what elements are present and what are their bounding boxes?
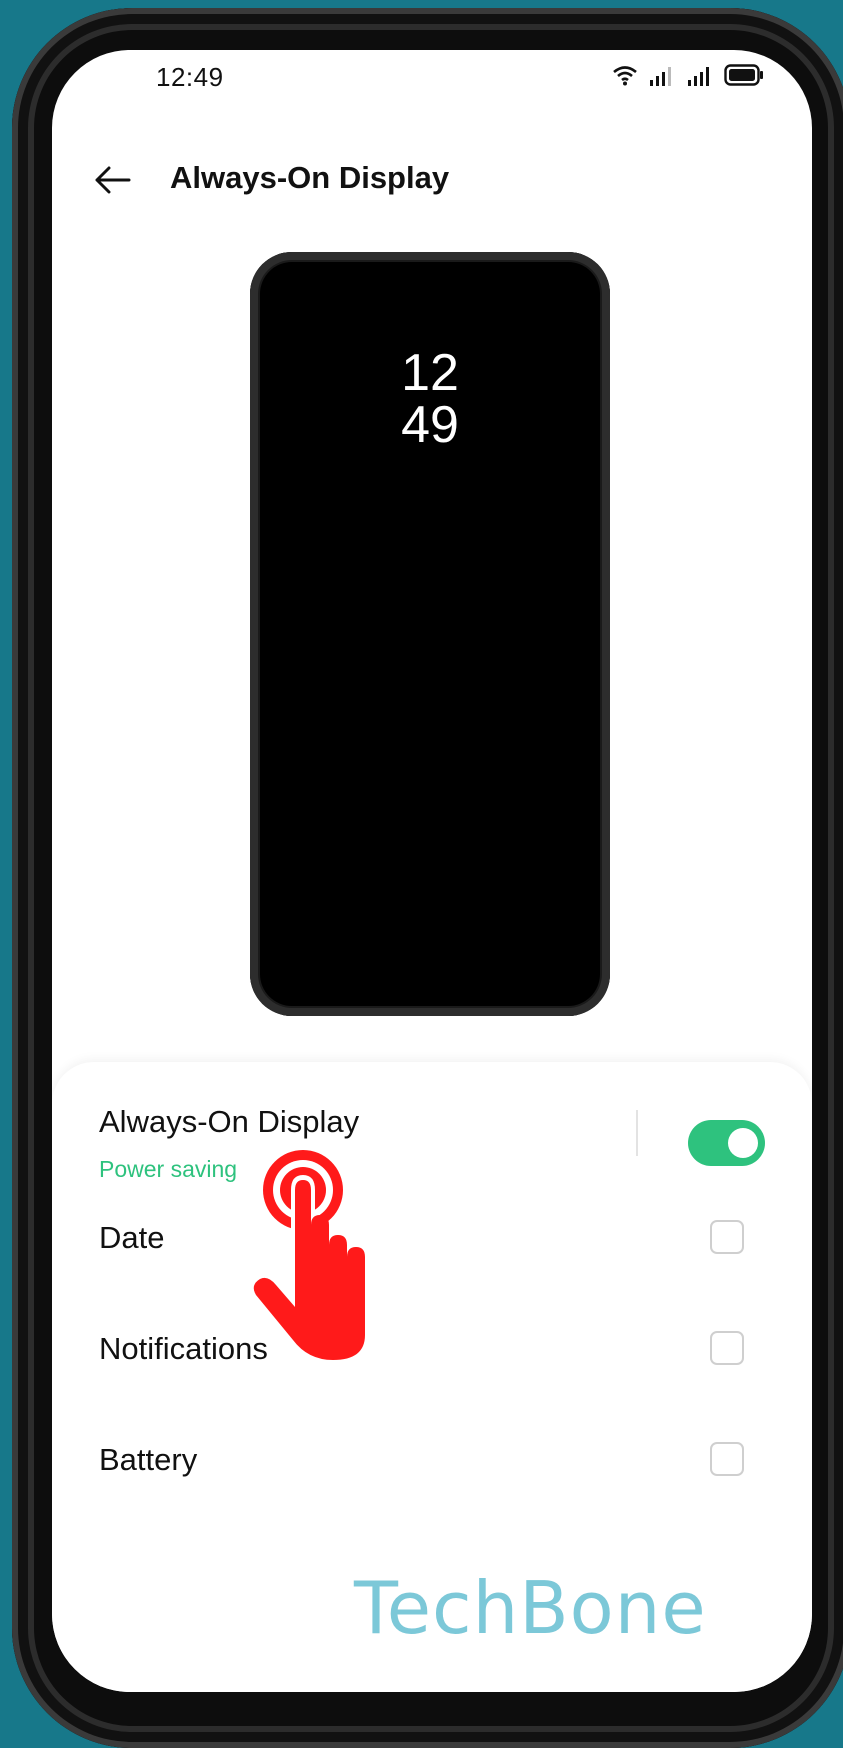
date-row[interactable]: Date	[52, 1188, 812, 1278]
aod-toggle[interactable]	[688, 1120, 765, 1166]
top-app-bar: Always-On Display	[52, 140, 812, 220]
status-time: 12:49	[156, 62, 224, 92]
battery-checkbox[interactable]	[710, 1442, 744, 1476]
aod-label: Always-On Display	[99, 1104, 360, 1139]
preview-clock-minute: 49	[401, 396, 459, 454]
notifications-checkbox[interactable]	[710, 1331, 744, 1365]
status-bar: 12:49	[52, 50, 812, 110]
battery-row[interactable]: Battery	[52, 1410, 812, 1500]
aod-toggle-row[interactable]: Always-On Display Power saving	[52, 1062, 812, 1182]
back-button[interactable]	[90, 158, 134, 202]
signal-icon	[688, 67, 709, 86]
preview-clock: 12 49	[250, 347, 610, 451]
arrow-left-icon	[95, 166, 131, 194]
hand-tap-icon	[253, 1150, 365, 1360]
aod-subtitle: Power saving	[99, 1156, 238, 1182]
row-divider	[636, 1110, 638, 1156]
signal-icon	[650, 67, 671, 86]
battery-label: Battery	[99, 1442, 198, 1477]
notifications-row[interactable]: Notifications	[52, 1299, 812, 1389]
wifi-icon	[613, 66, 637, 86]
page-title: Always-On Display	[170, 160, 450, 195]
aod-preview: 12 49	[250, 252, 610, 1016]
watermark: TechBone	[354, 1566, 707, 1650]
notifications-label: Notifications	[99, 1331, 268, 1366]
battery-icon	[724, 64, 763, 86]
phone-screen: 12:49 Always-On Display 12 49 Always-On …	[52, 50, 812, 1692]
date-checkbox[interactable]	[710, 1220, 744, 1254]
preview-clock-hour: 12	[401, 344, 459, 402]
toggle-knob	[728, 1128, 758, 1158]
status-icons	[612, 64, 764, 86]
date-label: Date	[99, 1220, 165, 1255]
